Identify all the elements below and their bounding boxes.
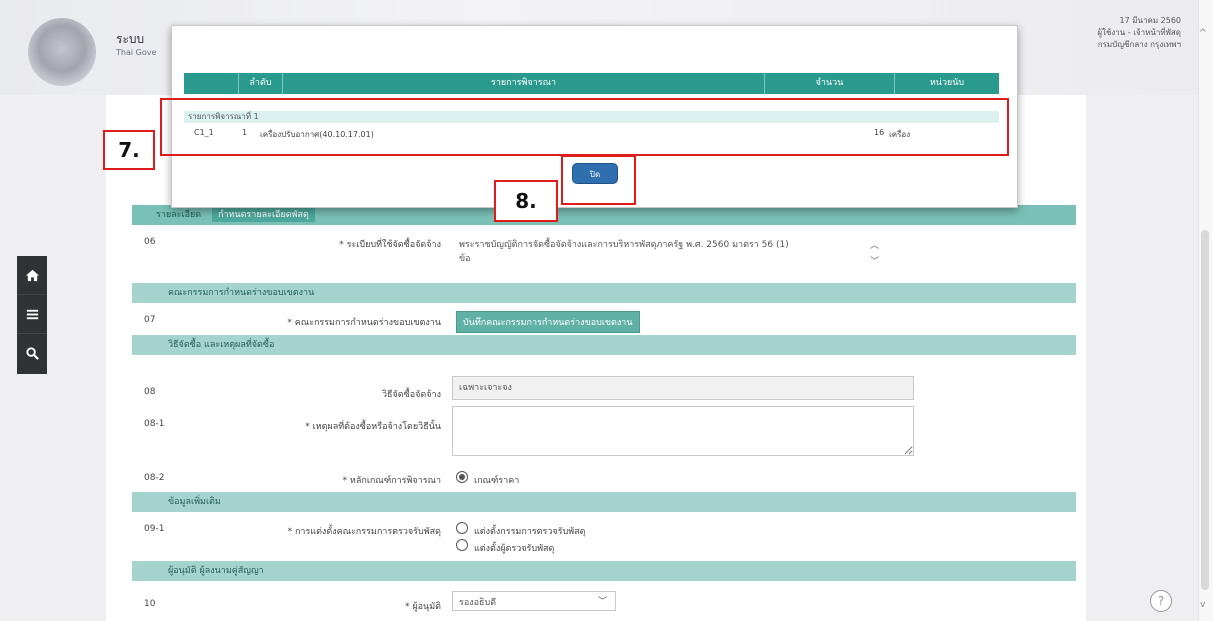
row-number: 08-1: [144, 419, 165, 429]
row-number: 10: [144, 599, 156, 609]
section-method: วิธีจัดซื้อ และเหตุผลที่จัดซื้อ: [132, 335, 1076, 355]
home-icon: [25, 269, 39, 281]
reason-label: * เหตุผลที่ต้องซื้อหรือจ้างโดยวิธีนั้น: [305, 422, 441, 432]
regulation-label: * ระเบียบที่ใช้จัดซื้อจัดจ้าง: [339, 240, 441, 250]
row-number: 06: [144, 237, 156, 247]
left-panel: [0, 95, 106, 621]
criteria-price-label: เกณฑ์ราคา: [474, 476, 520, 486]
committee-label: * คณะกรรมการกำหนดร่างขอบเขตงาน: [287, 318, 441, 328]
method-field[interactable]: เฉพาะเจาะจง: [452, 376, 914, 400]
criteria-label: * หลักเกณฑ์การพิจารณา: [342, 476, 441, 486]
section-approver: ผู้อนุมัติ ผู้ลงนามคู่สัญญา: [132, 561, 1076, 581]
reason-textarea[interactable]: [452, 406, 914, 456]
help-icon[interactable]: ?: [1150, 590, 1172, 612]
chevron-up-icon[interactable]: ︿: [870, 238, 879, 251]
tab-details[interactable]: รายละเอียด: [156, 210, 201, 220]
row-number: 07: [144, 315, 156, 325]
row-number: 09-1: [144, 524, 165, 534]
section-committee: คณะกรรมการกำหนดร่างขอบเขตงาน: [132, 283, 1076, 303]
record-committee-button[interactable]: บันทึกคณะกรรมการกำหนดร่างขอบเขตงาน: [456, 311, 640, 333]
right-panel: [1086, 95, 1198, 621]
row-number: 08-2: [144, 473, 165, 483]
approver-value: รองอธิบดี: [459, 598, 497, 608]
callout-step-7: 7.: [103, 130, 155, 170]
scrollbar-thumb[interactable]: [1201, 230, 1209, 590]
chevron-down-icon[interactable]: ﹀: [870, 254, 879, 267]
chevron-down-icon: ﹀: [597, 597, 607, 607]
user-name[interactable]: ผู้ใช้งาน - เจ้าหน้าที่พัสดุ: [1097, 27, 1181, 39]
garuda-logo: [28, 18, 96, 86]
search-button[interactable]: [17, 334, 47, 373]
inspection-person-label: แต่งตั้งผู้ตรวจรับพัสดุ: [474, 544, 555, 554]
column-unit: หน่วยนับ: [894, 73, 999, 94]
home-button[interactable]: [17, 256, 47, 295]
tab-spec[interactable]: กำหนดรายละเอียดพัสดุ: [212, 208, 315, 222]
highlight-close-button: [561, 155, 636, 205]
system-subtitle: Thai Gove: [116, 48, 157, 57]
column-quantity: จำนวน: [764, 73, 894, 94]
inspection-committee-label: แต่งตั้งกรรมการตรวจรับพัสดุ: [474, 527, 586, 537]
date-text: 17 มีนาคม 2560: [1119, 16, 1181, 25]
org-name: กรมบัญชีกลาง กรุงเทพฯ: [1097, 40, 1181, 49]
column-order: ลำดับ: [238, 73, 282, 94]
callout-step-8: 8.: [494, 180, 558, 222]
regulation-select[interactable]: พระราชบัญญัติการจัดซื้อจัดจ้างและการบริห…: [452, 233, 888, 271]
row-number: 08: [144, 387, 156, 397]
criteria-price-radio[interactable]: [456, 471, 468, 483]
method-label: วิธีจัดซื้อจัดจ้าง: [381, 390, 441, 400]
approver-label: * ผู้อนุมัติ: [405, 602, 441, 612]
side-toolbar: [17, 256, 47, 374]
menu-button[interactable]: [17, 295, 47, 334]
inspection-committee-radio[interactable]: [456, 522, 468, 534]
inspection-person-radio[interactable]: [456, 539, 468, 551]
scroll-up-icon[interactable]: ^: [1199, 28, 1207, 39]
approver-select[interactable]: รองอธิบดี ﹀: [452, 591, 616, 611]
menu-icon: [26, 309, 38, 319]
regulation-value-cont: ข้อ: [459, 254, 471, 264]
scroll-down-icon[interactable]: v: [1200, 600, 1205, 610]
inspection-label: * การแต่งตั้งคณะกรรมการตรวจรับพัสดุ: [287, 527, 441, 537]
form-tab-bar: รายละเอียด กำหนดรายละเอียดพัสดุ: [132, 205, 1076, 225]
user-info: 17 มีนาคม 2560 ผู้ใช้งาน - เจ้าหน้าที่พั…: [1097, 15, 1181, 51]
column-item: รายการพิจารณา: [282, 73, 764, 94]
search-icon: [25, 347, 39, 360]
section-other: ข้อมูลเพิ่มเติม: [132, 492, 1076, 512]
system-title: ระบบ: [116, 32, 145, 46]
header-blank: [184, 73, 238, 94]
modal-table-header: ลำดับ รายการพิจารณา จำนวน หน่วยนับ: [184, 73, 999, 94]
highlight-item-row: [160, 98, 1009, 156]
regulation-value: พระราชบัญญัติการจัดซื้อจัดจ้างและการบริห…: [459, 240, 789, 250]
